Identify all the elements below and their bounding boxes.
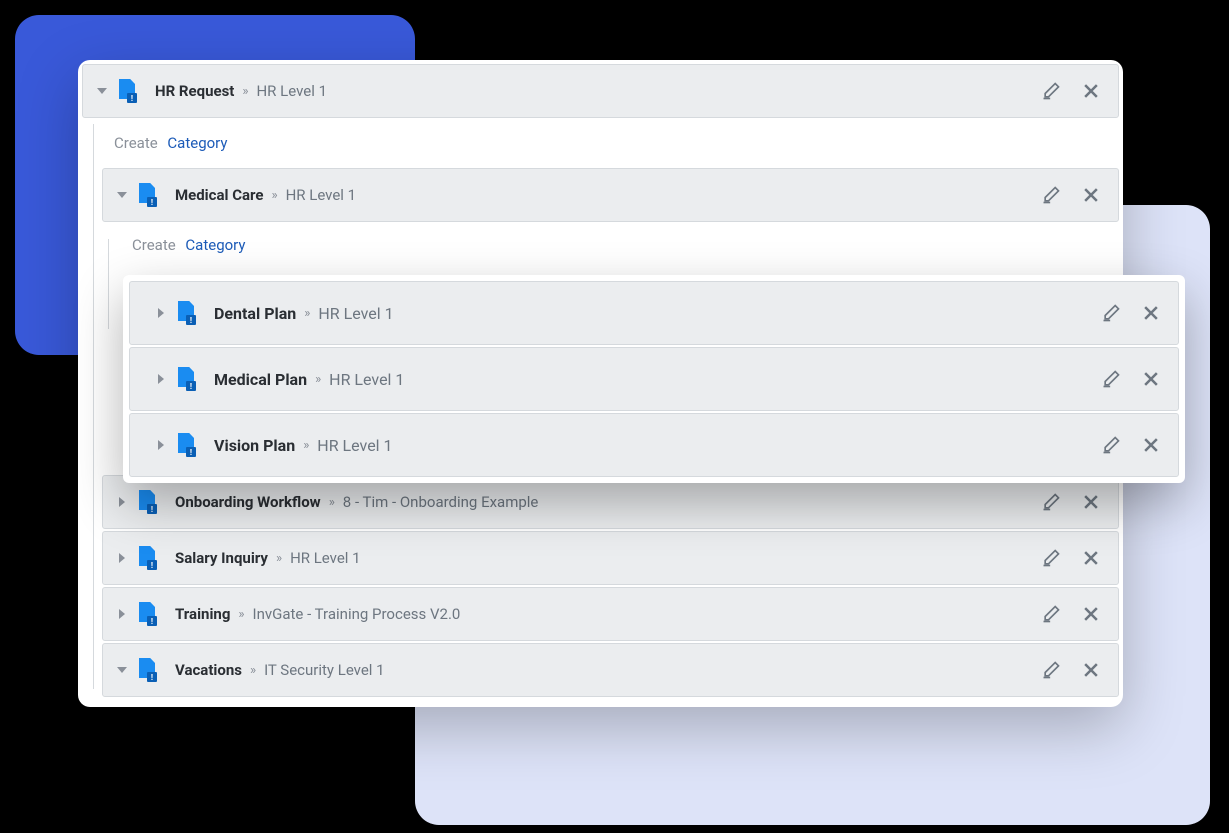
breadcrumb-separator: »: [250, 663, 256, 678]
edit-icon[interactable]: [1040, 547, 1062, 569]
category-desc: InvGate - Training Process V2.0: [253, 605, 461, 623]
document-icon: !: [139, 602, 159, 626]
edit-icon[interactable]: [1100, 434, 1122, 456]
close-icon[interactable]: [1080, 491, 1102, 513]
close-icon[interactable]: [1080, 80, 1102, 102]
edit-icon[interactable]: [1100, 368, 1122, 390]
category-desc: HR Level 1: [256, 82, 327, 100]
category-desc: HR Level 1: [317, 436, 392, 455]
chevron-down-icon[interactable]: [95, 84, 109, 98]
create-category-line: Create Category: [114, 122, 1123, 166]
create-category-link[interactable]: Category: [185, 236, 245, 254]
category-row-medical-plan[interactable]: ! Medical Plan » HR Level 1: [129, 347, 1179, 411]
chevron-right-icon[interactable]: [115, 495, 129, 509]
chevron-right-icon[interactable]: [154, 306, 168, 320]
create-category-line: Create Category: [132, 224, 1123, 268]
category-row-medical-care[interactable]: ! Medical Care » HR Level 1: [102, 168, 1119, 222]
category-row-onboarding[interactable]: ! Onboarding Workflow » 8 - Tim - Onboar…: [102, 475, 1119, 529]
category-title: Training: [175, 605, 230, 623]
breadcrumb-separator: »: [271, 188, 277, 203]
chevron-right-icon[interactable]: [154, 438, 168, 452]
category-title: Salary Inquiry: [175, 549, 268, 567]
breadcrumb-separator: »: [304, 306, 310, 321]
category-row-vacations[interactable]: ! Vacations » IT Security Level 1: [102, 643, 1119, 697]
edit-icon[interactable]: [1040, 80, 1062, 102]
document-icon: !: [139, 658, 159, 682]
document-icon: !: [178, 433, 198, 457]
document-icon: !: [139, 490, 159, 514]
chevron-down-icon[interactable]: [115, 663, 129, 677]
document-icon: !: [178, 367, 198, 391]
edit-icon[interactable]: [1040, 491, 1062, 513]
document-icon: !: [139, 546, 159, 570]
chevron-right-icon[interactable]: [154, 372, 168, 386]
category-desc: IT Security Level 1: [264, 661, 385, 679]
close-icon[interactable]: [1140, 368, 1162, 390]
category-title: Vision Plan: [214, 436, 295, 455]
edit-icon[interactable]: [1040, 184, 1062, 206]
category-title: Medical Plan: [214, 370, 307, 389]
category-desc: HR Level 1: [290, 549, 361, 567]
breadcrumb-separator: »: [303, 438, 309, 453]
category-row-dental-plan[interactable]: ! Dental Plan » HR Level 1: [129, 281, 1179, 345]
category-row-root[interactable]: ! HR Request » HR Level 1: [82, 64, 1119, 118]
category-title: Medical Care: [175, 186, 263, 204]
close-icon[interactable]: [1080, 603, 1102, 625]
close-icon[interactable]: [1140, 302, 1162, 324]
category-title: Vacations: [175, 661, 242, 679]
breadcrumb-separator: »: [276, 551, 282, 566]
close-icon[interactable]: [1140, 434, 1162, 456]
edit-icon[interactable]: [1100, 302, 1122, 324]
document-icon: !: [139, 183, 159, 207]
chevron-right-icon[interactable]: [115, 551, 129, 565]
category-desc: HR Level 1: [318, 304, 393, 323]
category-row-salary[interactable]: ! Salary Inquiry » HR Level 1: [102, 531, 1119, 585]
category-row-training[interactable]: ! Training » InvGate - Training Process …: [102, 587, 1119, 641]
breadcrumb-separator: »: [315, 372, 321, 387]
edit-icon[interactable]: [1040, 603, 1062, 625]
category-row-vision-plan[interactable]: ! Vision Plan » HR Level 1: [129, 413, 1179, 477]
create-label: Create: [114, 134, 158, 152]
document-icon: !: [119, 79, 139, 103]
category-desc: HR Level 1: [329, 370, 404, 389]
chevron-down-icon[interactable]: [115, 188, 129, 202]
close-icon[interactable]: [1080, 547, 1102, 569]
category-title: HR Request: [155, 82, 234, 100]
subcategory-overlay: ! Dental Plan » HR Level 1 ! Medical Pla…: [123, 275, 1185, 483]
create-category-link[interactable]: Category: [167, 134, 227, 152]
document-icon: !: [178, 301, 198, 325]
edit-icon[interactable]: [1040, 659, 1062, 681]
close-icon[interactable]: [1080, 659, 1102, 681]
breadcrumb-separator: »: [242, 84, 248, 99]
category-desc: 8 - Tim - Onboarding Example: [343, 493, 539, 511]
chevron-right-icon[interactable]: [115, 607, 129, 621]
create-label: Create: [132, 236, 176, 254]
breadcrumb-separator: »: [238, 607, 244, 622]
close-icon[interactable]: [1080, 184, 1102, 206]
category-title: Dental Plan: [214, 304, 296, 323]
category-title: Onboarding Workflow: [175, 493, 321, 511]
category-desc: HR Level 1: [286, 186, 357, 204]
breadcrumb-separator: »: [329, 495, 335, 510]
